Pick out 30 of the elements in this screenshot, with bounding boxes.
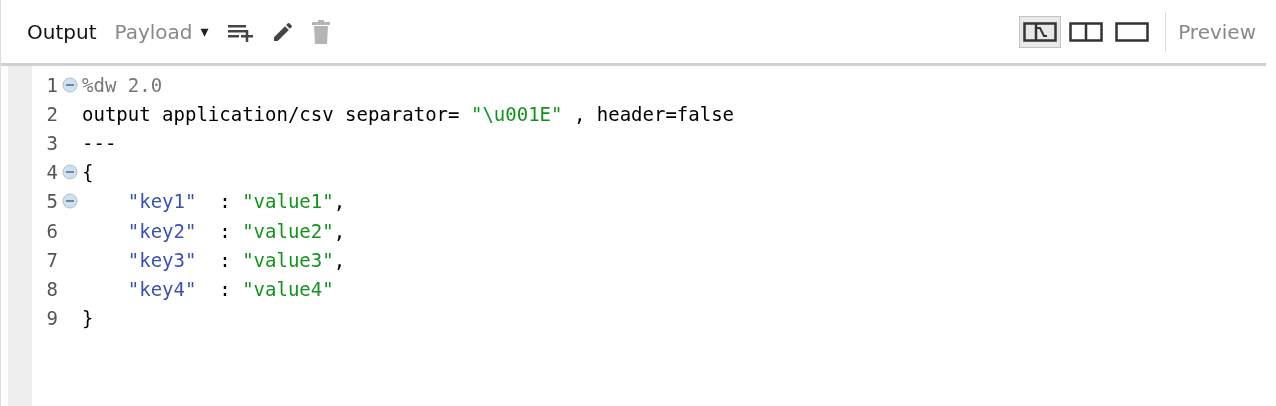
trash-icon: [310, 19, 331, 44]
code-line: "key4" : "value4": [126, 277, 334, 300]
line-number: 3: [45, 131, 58, 154]
panel-title: Output: [27, 19, 97, 44]
code-line: {: [82, 161, 94, 184]
view-mode-button[interactable]: [1019, 15, 1062, 48]
caret-icon: ▾: [200, 22, 209, 41]
payload-dropdown[interactable]: Payload ▾: [114, 19, 209, 44]
line-number: 7: [45, 248, 58, 271]
code-line: ---: [82, 131, 117, 154]
code-line: "key1" : "value1",: [126, 190, 346, 213]
code-line: %dw 2.0: [82, 73, 163, 96]
fold-icon[interactable]: [62, 193, 78, 210]
split-view-icon: [1069, 21, 1104, 42]
preview-button[interactable]: Preview: [1178, 19, 1256, 44]
fold-icon[interactable]: [62, 76, 78, 93]
single-view-icon: [1115, 21, 1150, 42]
code-line: "key2" : "value2",: [126, 219, 346, 242]
code-line: "key3" : "value3",: [126, 248, 346, 271]
line-number: 2: [45, 102, 58, 125]
code-line: output application/csv separator= "\u001E" , header=false: [82, 102, 735, 125]
line-number: 9: [45, 307, 58, 330]
linked-split-view-icon: [1023, 21, 1058, 42]
code-line: }: [82, 307, 94, 330]
line-number: 8: [45, 277, 58, 300]
line-number: 1: [45, 73, 58, 96]
line-number: 5: [45, 190, 58, 213]
line-number: 6: [45, 219, 58, 242]
line-number: 4: [45, 161, 58, 184]
fold-icon[interactable]: [62, 164, 78, 181]
